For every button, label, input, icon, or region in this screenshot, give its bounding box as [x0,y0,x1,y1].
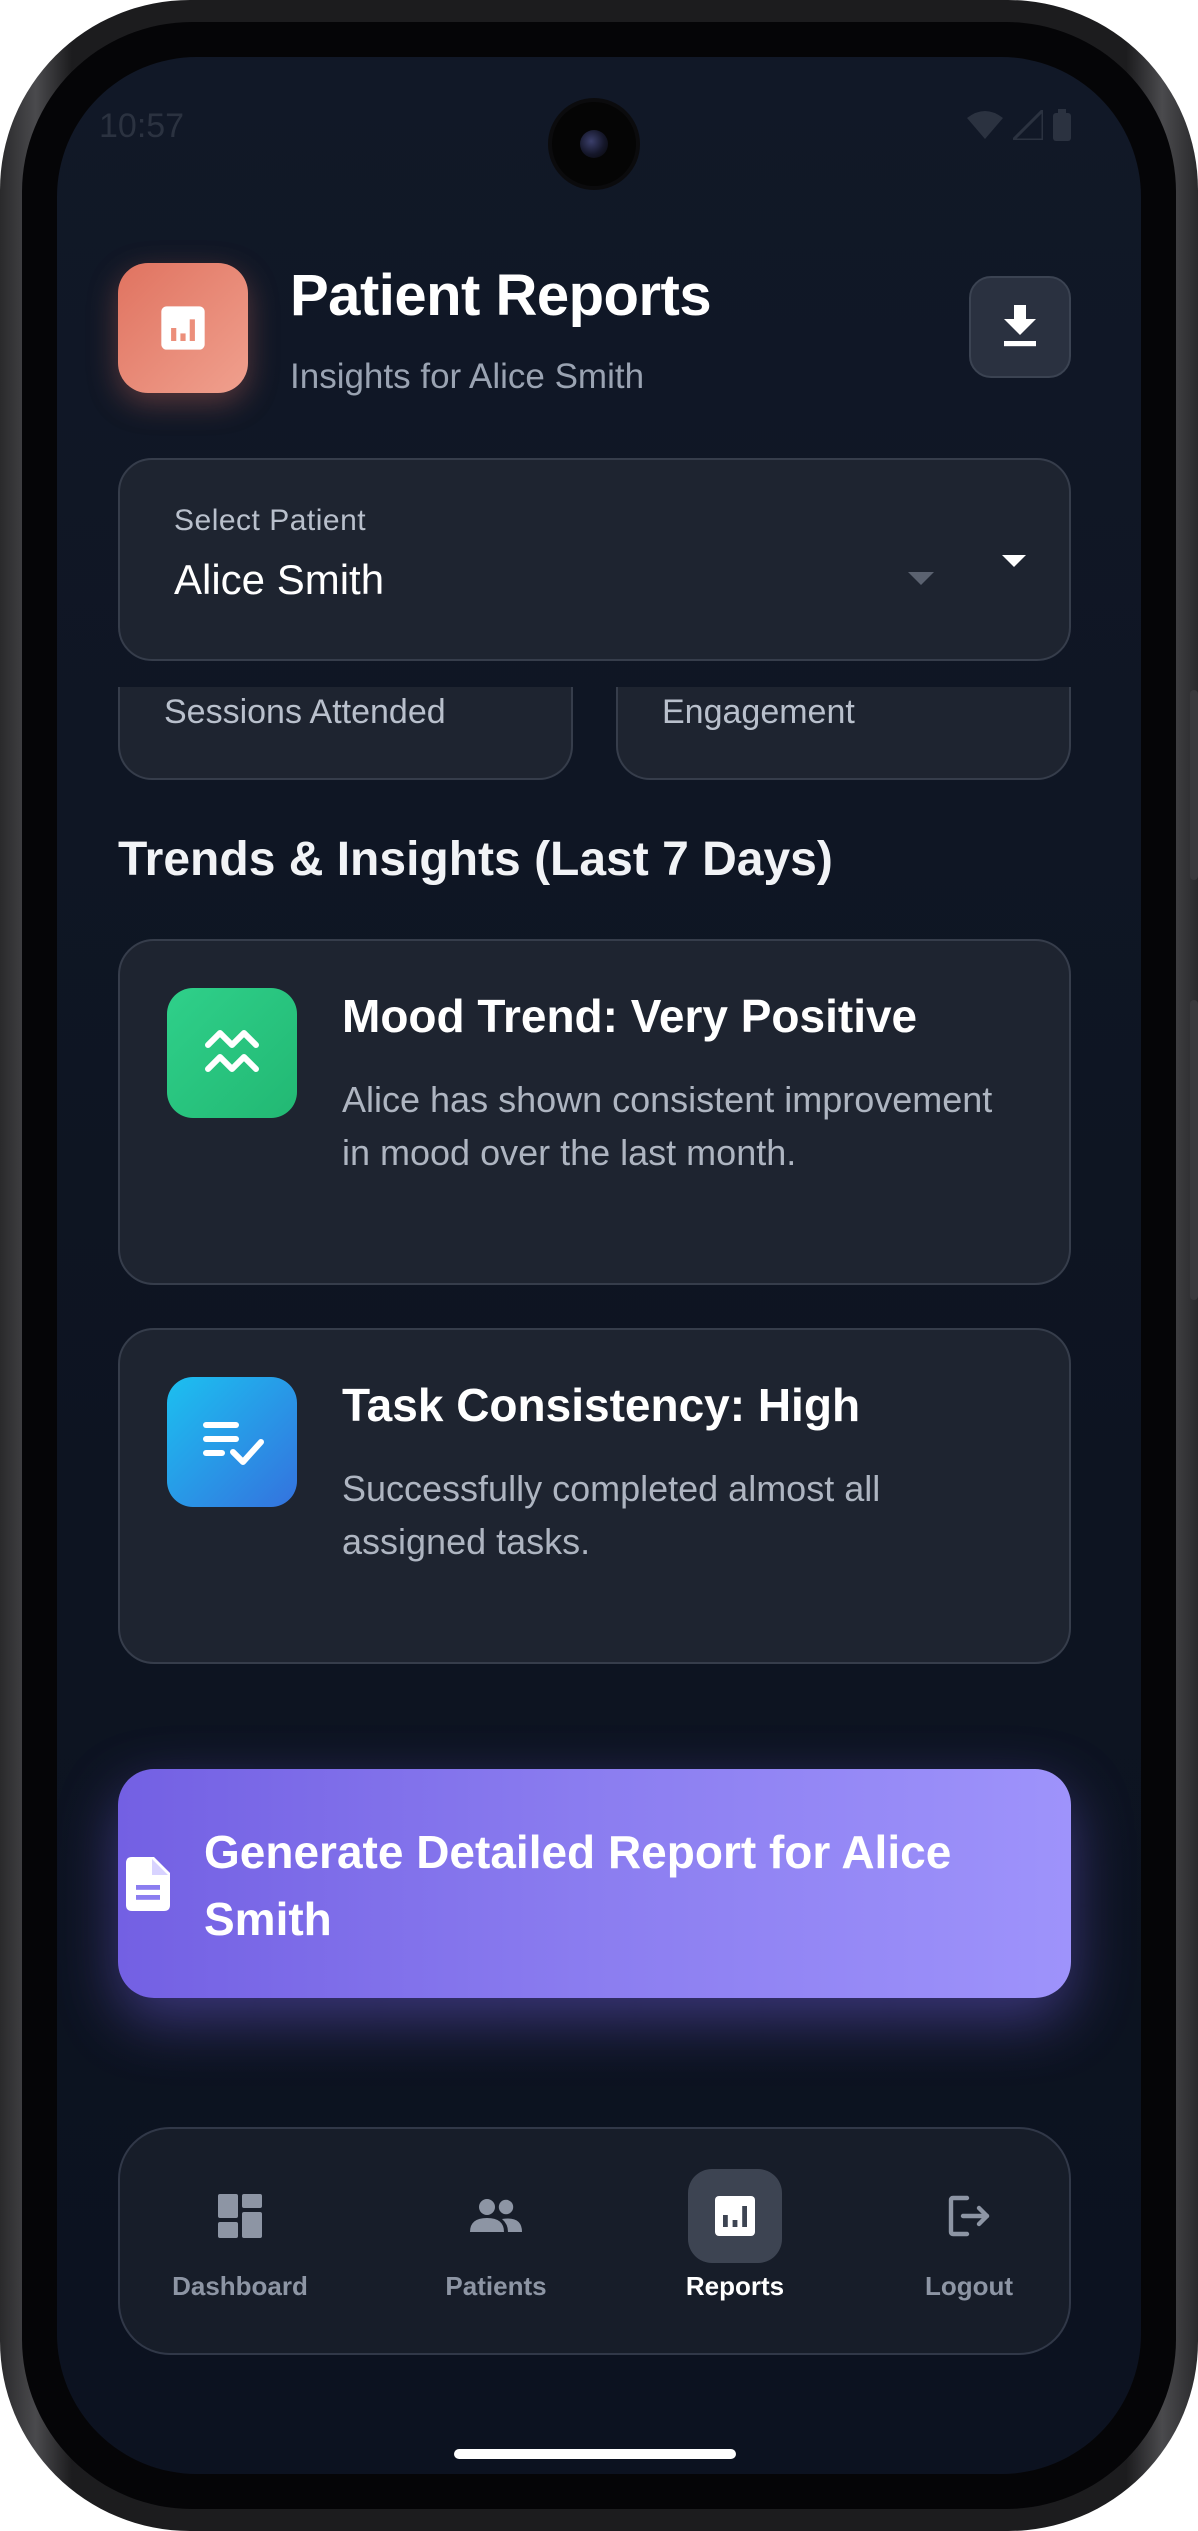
nav-item-reports[interactable]: Reports [635,2169,835,2319]
wifi-icon [967,111,1003,139]
nav-label: Logout [924,2271,1014,2301]
insight-title: Mood Trend: Very Positive [342,990,918,1042]
dropdown-arrow-icon[interactable] [1002,555,1026,567]
select-label: Select Patient [174,504,367,537]
insight-title: Task Consistency: High [342,1379,861,1431]
battery-icon [1053,109,1071,141]
app-screen: 10:57 Patient Reports Insights for Alice… [57,57,1141,2474]
download-button[interactable] [969,276,1071,378]
insight-text: Successfully completed almost all assign… [342,1468,881,1562]
nav-item-dashboard[interactable]: Dashboard [140,2169,340,2319]
select-value: Alice Smith [174,556,385,603]
status-icons [967,109,1071,141]
generate-report-label: Generate Detailed Report for Alice Smith [204,1826,952,1945]
trend-waves-icon [167,988,297,1118]
stat-label: Sessions Attended [164,693,446,731]
nav-label: Patients [445,2271,547,2301]
stat-label: Engagement [662,693,855,731]
people-icon [449,2169,543,2263]
page-title: Patient Reports [290,263,712,328]
front-camera [552,102,636,186]
dashboard-icon [193,2169,287,2263]
nav-item-logout[interactable]: Logout [869,2169,1069,2319]
nav-label: Dashboard [172,2271,308,2301]
report-chart-icon [118,263,248,393]
download-icon [1004,305,1036,347]
volume-button [1190,690,1198,880]
checklist-icon [167,1377,297,1507]
insight-card-tasks: Task Consistency: High Successfully comp… [118,1328,1071,1664]
chevron-down-icon [908,572,934,585]
logout-icon [922,2169,1016,2263]
stat-card-engagement: Engagement [616,687,1071,780]
phone-frame: 10:57 Patient Reports Insights for Alice… [0,0,1198,2531]
bottom-navigation: Dashboard Patients Reports Logout [118,2127,1071,2355]
report-chart-icon [688,2169,782,2263]
stat-card-sessions: Sessions Attended [118,687,573,780]
status-time: 10:57 [99,107,185,145]
insight-text: Alice has shown consistent improvement i… [342,1079,993,1173]
page-subtitle: Insights for Alice Smith [290,357,645,396]
generate-report-button[interactable]: Generate Detailed Report for Alice Smith [118,1769,1071,1998]
insight-card-mood: Mood Trend: Very Positive Alice has show… [118,939,1071,1285]
nav-label: Reports [685,2271,785,2301]
section-title: Trends & Insights (Last 7 Days) [118,833,833,886]
patient-select[interactable]: Select Patient Alice Smith [118,458,1071,661]
signal-icon [1013,110,1043,140]
document-icon [126,1857,170,1911]
home-indicator[interactable] [454,2449,736,2459]
power-button [1190,1000,1198,1300]
nav-item-patients[interactable]: Patients [396,2169,596,2319]
